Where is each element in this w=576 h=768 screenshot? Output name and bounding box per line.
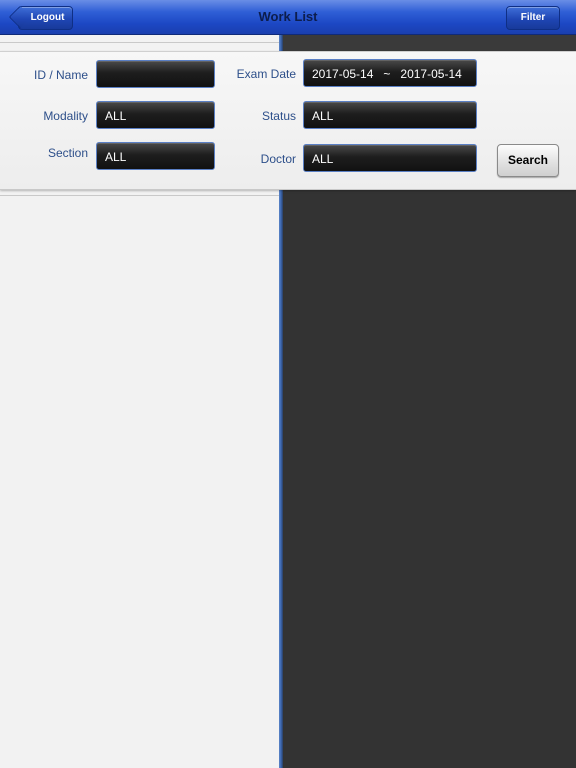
doctor-select[interactable]: ALL: [303, 144, 477, 172]
pane-divider-line: [0, 195, 279, 196]
modality-label: Modality: [43, 109, 88, 123]
id-name-label: ID / Name: [33, 68, 88, 82]
status-label: Status: [261, 109, 296, 123]
exam-date-from: 2017-05-14: [312, 67, 374, 81]
exam-date-label: Exam Date: [236, 67, 296, 81]
page-title: Work List: [258, 9, 318, 24]
detail-pane-toolbar: [283, 35, 576, 52]
filter-panel: ID / Name Exam Date 2017-05-14 ~2017-05-1…: [0, 51, 576, 190]
status-select[interactable]: ALL: [303, 101, 477, 129]
section-select[interactable]: ALL: [96, 142, 215, 170]
work-list-screen: Logout Work List Filter ID / Name Exam D…: [0, 0, 576, 768]
doctor-label: Doctor: [260, 152, 296, 166]
section-label: Section: [47, 146, 88, 160]
pane-divider-line: [0, 42, 279, 43]
search-button[interactable]: Search: [497, 144, 559, 177]
id-name-input[interactable]: [96, 60, 215, 88]
exam-date-separator: ~: [383, 67, 391, 81]
exam-date-range-field[interactable]: 2017-05-14 ~2017-05-14: [303, 59, 477, 87]
modality-select[interactable]: ALL: [96, 101, 215, 129]
filter-button[interactable]: Filter: [506, 6, 560, 30]
exam-date-to: 2017-05-14: [400, 67, 462, 81]
navigation-bar: Logout Work List Filter: [0, 0, 576, 35]
